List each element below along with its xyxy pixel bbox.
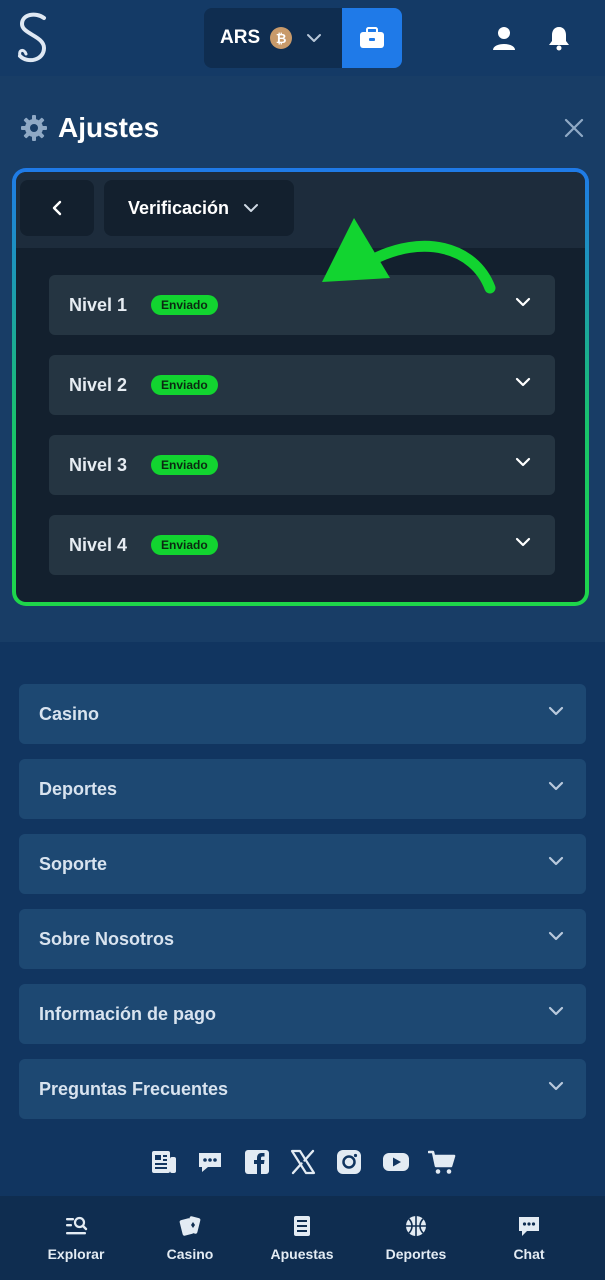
accordion-label: Soporte xyxy=(39,853,108,874)
nav-label: Apuestas xyxy=(270,1246,334,1262)
nav-chat[interactable]: Chat xyxy=(479,1196,579,1280)
chevron-down-icon xyxy=(515,297,531,307)
chevron-down-icon xyxy=(548,931,564,941)
footer-accordion-deportes[interactable]: Deportes xyxy=(19,759,586,819)
nav-label: Chat xyxy=(513,1246,545,1262)
nav-apuestas[interactable]: Apuestas xyxy=(252,1196,352,1280)
level-row[interactable]: Nivel 4 Enviado xyxy=(49,515,555,575)
chevron-down-icon xyxy=(307,34,322,42)
settings-title: Ajustes xyxy=(58,112,160,143)
basketball-icon xyxy=(406,1216,426,1236)
gear-icon xyxy=(21,115,47,141)
chevron-down-icon xyxy=(244,204,259,212)
status-badge: Enviado xyxy=(151,455,218,475)
news-icon[interactable] xyxy=(150,1148,178,1176)
level-row[interactable]: Nivel 2 Enviado xyxy=(49,355,555,415)
bell-icon[interactable] xyxy=(545,24,573,52)
footer-accordion-soporte[interactable]: Soporte xyxy=(19,834,586,894)
nav-deportes[interactable]: Deportes xyxy=(366,1196,466,1280)
bitcoin-icon: ₿ xyxy=(270,27,293,49)
youtube-icon[interactable] xyxy=(382,1148,410,1176)
x-twitter-icon[interactable] xyxy=(289,1148,317,1176)
cart-icon[interactable] xyxy=(427,1148,456,1176)
currency-code: ARS xyxy=(220,27,261,48)
section-dropdown-label: Verificación xyxy=(128,197,230,218)
nav-label: Deportes xyxy=(385,1246,447,1262)
accordion-label: Preguntas Frecuentes xyxy=(39,1078,229,1099)
verification-card: Verificación Nivel 1 Enviado Nivel 2 Env… xyxy=(12,168,589,606)
cards-icon xyxy=(179,1216,201,1236)
status-badge: Enviado xyxy=(151,295,218,315)
level-label: Nivel 2 xyxy=(69,374,128,395)
section-dropdown[interactable]: Verificación xyxy=(104,180,294,236)
settings-header: Ajustes xyxy=(20,112,159,144)
level-row[interactable]: Nivel 3 Enviado xyxy=(49,435,555,495)
wallet-button[interactable] xyxy=(342,8,402,68)
close-icon[interactable] xyxy=(562,116,586,140)
chevron-left-icon xyxy=(52,200,62,216)
chevron-down-icon xyxy=(548,1006,564,1016)
top-bar: ARS ₿ xyxy=(0,0,605,76)
nav-label: Casino xyxy=(166,1246,214,1262)
chat-bubble-icon[interactable] xyxy=(196,1148,224,1176)
accordion-label: Sobre Nosotros xyxy=(39,928,175,949)
brand-logo[interactable] xyxy=(14,10,54,68)
accordion-label: Deportes xyxy=(39,778,118,799)
annotation-arrow-icon xyxy=(322,218,496,294)
accordion-label: Casino xyxy=(39,703,100,724)
chevron-down-icon xyxy=(515,457,531,467)
social-links xyxy=(150,1146,456,1178)
settings-panel: Ajustes Verificación Nivel 1 Enviado Niv… xyxy=(0,76,605,642)
nav-label: Explorar xyxy=(47,1246,105,1262)
chevron-down-icon xyxy=(548,781,564,791)
level-label: Nivel 1 xyxy=(69,294,128,315)
chevron-down-icon xyxy=(548,1081,564,1091)
search-list-icon xyxy=(66,1216,88,1235)
betslip-icon xyxy=(294,1216,310,1236)
back-button[interactable] xyxy=(20,180,94,236)
footer-accordion-casino[interactable]: Casino xyxy=(19,684,586,744)
footer-accordion-informacion-de-pago[interactable]: Información de pago xyxy=(19,984,586,1044)
user-icon[interactable] xyxy=(490,24,518,52)
chevron-down-icon xyxy=(515,377,531,387)
chevron-down-icon xyxy=(548,706,564,716)
currency-selector[interactable]: ARS ₿ xyxy=(204,8,342,68)
facebook-icon[interactable] xyxy=(243,1148,271,1176)
wallet-icon xyxy=(360,27,384,48)
level-label: Nivel 4 xyxy=(69,534,128,555)
instagram-icon[interactable] xyxy=(335,1148,363,1176)
chat-icon xyxy=(519,1217,539,1236)
accordion-label: Información de pago xyxy=(39,1003,217,1024)
footer-accordion-preguntas-frecuentes[interactable]: Preguntas Frecuentes xyxy=(19,1059,586,1119)
footer-accordion-sobre-nosotros[interactable]: Sobre Nosotros xyxy=(19,909,586,969)
status-badge: Enviado xyxy=(151,375,218,395)
bottom-navigation: Explorar Casino Apuestas Deportes Chat xyxy=(0,1196,605,1280)
chevron-down-icon xyxy=(515,537,531,547)
chevron-down-icon xyxy=(548,856,564,866)
nav-explorar[interactable]: Explorar xyxy=(26,1196,126,1280)
level-label: Nivel 3 xyxy=(69,454,128,475)
nav-casino[interactable]: Casino xyxy=(140,1196,240,1280)
status-badge: Enviado xyxy=(151,535,218,555)
